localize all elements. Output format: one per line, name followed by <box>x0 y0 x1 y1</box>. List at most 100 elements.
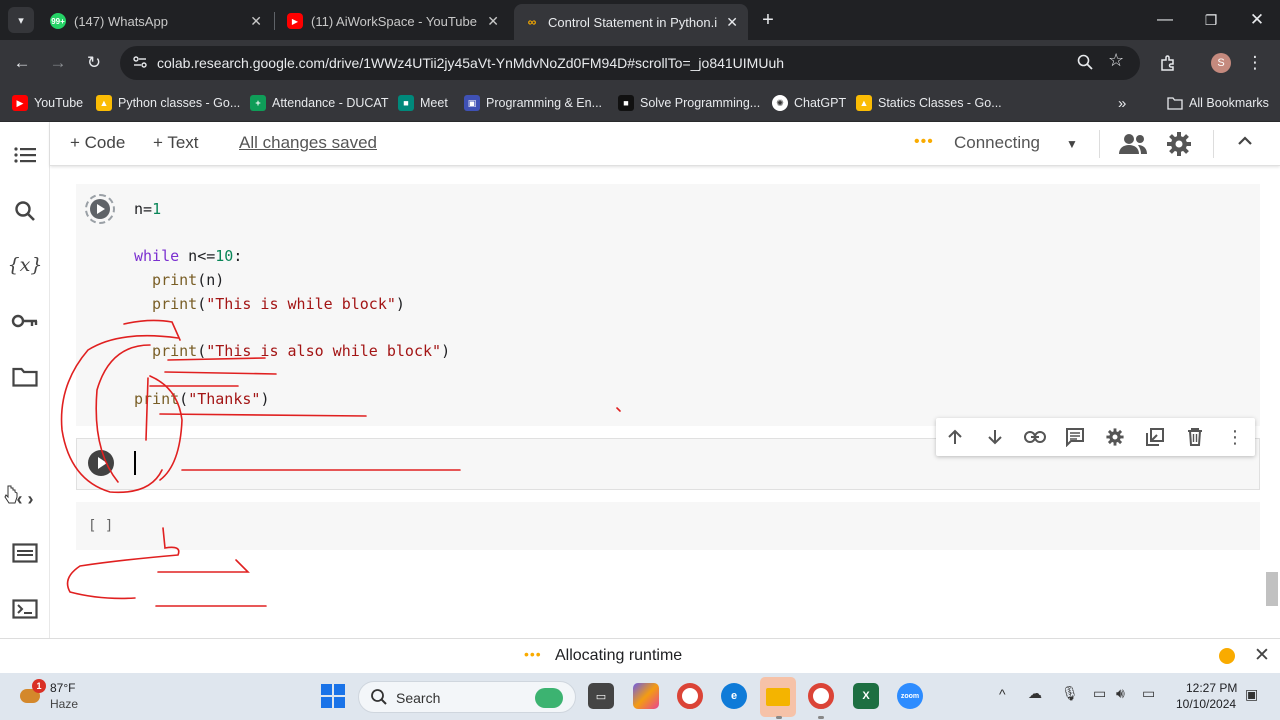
code-line: while n<=10: <box>134 247 243 265</box>
close-tab-icon[interactable]: ✕ <box>726 14 738 31</box>
bookmark-statics-classes[interactable]: ▲ Statics Classes - Go... <box>856 93 1002 113</box>
bookmark-programming[interactable]: ▣ Programming & En... <box>464 93 602 113</box>
reload-icon[interactable]: ↻ <box>81 50 107 76</box>
close-tab-icon[interactable]: ✕ <box>487 13 499 30</box>
menu-kebab-icon[interactable]: ⋮ <box>1242 50 1268 76</box>
battery-icon[interactable]: ▭ <box>1142 685 1155 702</box>
notifications-icon[interactable]: ▣ <box>1245 686 1258 703</box>
all-bookmarks[interactable]: All Bookmarks <box>1167 93 1269 113</box>
show-hidden-icons-chevron-icon[interactable]: ^ <box>999 686 1006 702</box>
taskbar-search-box[interactable]: Search <box>358 681 576 713</box>
collapse-chevron-up-icon[interactable] <box>1236 132 1254 155</box>
file-explorer-icon[interactable] <box>760 677 796 717</box>
tab-youtube[interactable]: ▶ (11) AiWorkSpace - YouTube ✕ <box>277 6 509 36</box>
save-status[interactable]: All changes saved <box>239 133 377 153</box>
youtube-icon: ▶ <box>287 13 303 29</box>
close-window-icon[interactable]: ✕ <box>1244 7 1270 33</box>
colab-status-bar: ••• Allocating runtime ✕ <box>0 638 1280 673</box>
weather-widget-icon[interactable]: 1 <box>18 679 46 709</box>
chatgpt-icon: ✺ <box>772 95 788 111</box>
table-of-contents-icon[interactable] <box>10 140 40 170</box>
code-cell[interactable]: n=1 while n<=10: print(n) print("This is… <box>76 184 1260 426</box>
tab-colab-notebook[interactable]: ∞ Control Statement in Python.ipynb ✕ <box>514 4 748 40</box>
profile-avatar[interactable]: S <box>1208 50 1234 76</box>
search-icon[interactable] <box>10 196 40 226</box>
files-folder-icon[interactable] <box>10 362 40 392</box>
tab-search-button[interactable]: ▾ <box>8 7 34 33</box>
code-line: print(n) <box>134 271 225 289</box>
volume-icon[interactable]: 🔊︎ <box>1116 685 1125 702</box>
comment-icon[interactable] <box>1062 425 1088 449</box>
scrollbar-thumb[interactable] <box>1266 572 1278 606</box>
new-tab-button[interactable]: + <box>755 7 781 33</box>
tab-whatsapp[interactable]: 99+ (147) WhatsApp ✕ <box>40 6 272 36</box>
more-options-kebab-icon[interactable]: ⋮ <box>1222 425 1248 449</box>
network-icon[interactable]: ▭ <box>1093 685 1106 702</box>
status-indicator-dot <box>1219 648 1235 664</box>
move-cell-up-icon[interactable] <box>942 425 968 449</box>
sheets-icon: + <box>250 95 266 111</box>
left-sidebar: {x} ‹ › <box>0 122 50 638</box>
back-icon[interactable]: ← <box>9 50 35 76</box>
chrome-icon[interactable] <box>808 683 834 709</box>
secrets-key-icon[interactable] <box>10 306 40 336</box>
share-people-icon[interactable] <box>1118 132 1148 159</box>
delete-trash-icon[interactable] <box>1182 425 1208 449</box>
cell-settings-gear-icon[interactable] <box>1102 425 1128 449</box>
extensions-icon[interactable] <box>1155 50 1181 76</box>
code-cell-empty[interactable]: [ ] <box>76 502 1260 550</box>
loading-dots-icon: ••• <box>524 646 542 662</box>
bookmark-attendance[interactable]: + Attendance - DUCAT <box>250 93 388 113</box>
close-tab-icon[interactable]: ✕ <box>250 13 262 30</box>
zoom-icon[interactable]: zoom <box>897 683 923 709</box>
runtime-dropdown-chevron-icon[interactable]: ▼ <box>1066 137 1078 151</box>
bookmark-star-icon[interactable]: ☆ <box>1108 50 1124 71</box>
site-icon: ▣ <box>464 95 480 111</box>
zoom-icon[interactable] <box>1076 53 1094 74</box>
bookmark-python-classes[interactable]: ▲ Python classes - Go... <box>96 93 240 113</box>
onedrive-cloud-icon[interactable]: ☁ <box>1028 685 1042 702</box>
add-code-button[interactable]: + Code <box>70 133 125 153</box>
search-icon <box>370 688 388 709</box>
connection-status[interactable]: Connecting <box>954 133 1040 153</box>
site-icon: ■ <box>618 95 634 111</box>
edge-icon[interactable]: e <box>721 683 747 709</box>
microphone-icon[interactable]: 🎙︎ <box>1061 685 1079 702</box>
bookmark-youtube[interactable]: ▶ YouTube <box>12 93 83 113</box>
link-icon[interactable] <box>1022 425 1048 449</box>
minimize-icon[interactable]: — <box>1152 7 1178 33</box>
forward-icon[interactable]: → <box>45 50 71 76</box>
bookmark-chatgpt[interactable]: ✺ ChatGPT <box>772 93 846 113</box>
clock-time[interactable]: 12:27 PM <box>1186 681 1237 695</box>
variables-icon[interactable]: {x} <box>8 250 43 280</box>
tab-title: Control Statement in Python.ipynb <box>548 14 718 30</box>
clock-date[interactable]: 10/10/2024 <box>1176 697 1236 711</box>
url-text: colab.research.google.com/drive/1WWz4UTi… <box>157 55 785 71</box>
search-highlight-icon <box>535 688 563 708</box>
colab-icon: ∞ <box>527 15 537 29</box>
run-cell-button[interactable] <box>88 450 114 476</box>
address-bar[interactable]: colab.research.google.com/drive/1WWz4UTi… <box>120 46 1140 80</box>
terminal-icon[interactable] <box>10 594 40 624</box>
windows-start-icon[interactable] <box>321 684 345 711</box>
tab-title: (147) WhatsApp <box>74 13 168 29</box>
excel-icon[interactable]: X <box>853 683 879 709</box>
copilot-icon[interactable] <box>633 683 659 709</box>
command-palette-icon[interactable] <box>10 538 40 568</box>
code-line: n=1 <box>134 200 162 218</box>
chrome-icon[interactable] <box>677 683 703 709</box>
mirror-cell-icon[interactable] <box>1142 425 1168 449</box>
tab-title: (11) AiWorkSpace - YouTube <box>311 13 477 29</box>
restore-icon[interactable]: ❐ <box>1198 7 1224 33</box>
site-info-icon[interactable] <box>131 53 149 74</box>
bookmark-meet[interactable]: ■ Meet <box>398 93 448 113</box>
move-cell-down-icon[interactable] <box>982 425 1008 449</box>
task-view-icon[interactable]: ▭ <box>588 683 614 709</box>
close-status-icon[interactable]: ✕ <box>1254 644 1270 667</box>
more-bookmarks-icon[interactable]: » <box>1118 93 1126 113</box>
add-text-button[interactable]: + Text <box>153 133 199 153</box>
run-cell-button[interactable] <box>85 194 115 224</box>
settings-gear-icon[interactable] <box>1165 130 1193 161</box>
bookmark-solve-programming[interactable]: ■ Solve Programming... <box>618 93 760 113</box>
code-line: print("This is also while block") <box>134 342 451 360</box>
